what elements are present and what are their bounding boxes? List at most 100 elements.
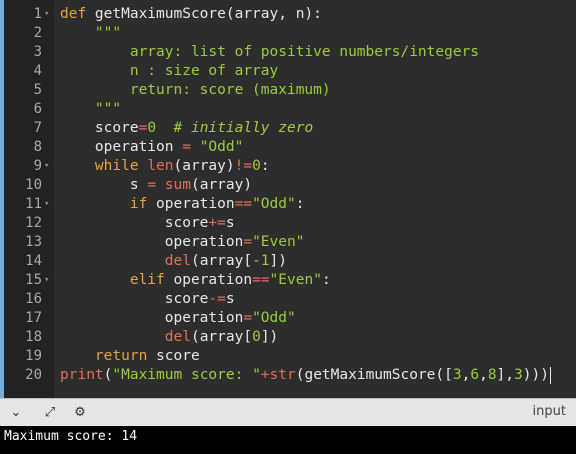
output-toolbar: ⌄ ⤢ ⚙ input — [0, 398, 576, 427]
code-token: 0 — [252, 329, 261, 345]
code-token: "Odd" — [252, 196, 296, 212]
input-tab[interactable]: input — [533, 404, 566, 419]
code-line: score=0 # initially zero — [60, 119, 313, 138]
code-token: getMaximumScore(array, n): — [94, 6, 322, 22]
code-token: s — [225, 215, 235, 231]
code-token: "Odd" — [199, 139, 244, 155]
code-token: : — [260, 158, 270, 174]
code-line: elif operation=="Even": — [60, 271, 331, 290]
code-line: del(array[-1]) — [60, 252, 287, 271]
text-cursor — [550, 367, 551, 384]
code-token: operation — [173, 272, 253, 288]
code-token: = — [243, 310, 253, 326]
code-token: : — [321, 272, 331, 288]
line-number: 20 — [25, 367, 42, 383]
code-token: "Even" — [269, 272, 322, 288]
fold-arrow-icon[interactable]: ▾ — [44, 271, 52, 290]
code-token: 3 — [514, 367, 523, 383]
code-line: def getMaximumScore(array, n): — [60, 5, 322, 24]
code-token: s — [60, 177, 148, 193]
code-token: score — [60, 120, 139, 136]
code-token: = — [243, 234, 253, 250]
line-number: 12 — [25, 215, 42, 231]
fold-arrow-icon[interactable]: ▾ — [44, 195, 52, 214]
code-token: 0 — [147, 120, 157, 136]
code-token: 0 — [252, 158, 261, 174]
code-line: n : size of array — [60, 62, 278, 81]
code-line: return: score (maximum) — [60, 81, 331, 100]
code-token: ))) — [522, 367, 549, 383]
line-number: 2 — [33, 25, 42, 41]
code-token: (getMaximumScore([ — [295, 367, 453, 383]
code-line: if operation=="Odd": — [60, 195, 305, 214]
fold-arrow-icon[interactable]: ▾ — [44, 5, 52, 24]
code-token: ]) — [260, 329, 279, 345]
code-line: score-=s — [60, 290, 235, 309]
line-number: 14 — [25, 253, 42, 269]
fold-arrow-icon[interactable]: ▾ — [44, 157, 52, 176]
line-number: 7 — [33, 120, 42, 136]
line-number: 17 — [25, 310, 42, 326]
code-token: (array) — [173, 158, 235, 174]
code-token: while — [60, 158, 148, 174]
code-line: operation="Odd" — [60, 309, 296, 328]
code-token: operation — [60, 310, 244, 326]
code-token: """ — [60, 25, 122, 41]
code-token: 6 — [470, 367, 480, 383]
code-token: del — [164, 329, 191, 345]
line-number: 6 — [33, 101, 42, 117]
output-console: Maximum score: 14 — [0, 426, 576, 454]
code-editor[interactable]: 1 ▾ 2 3 4 5 6 7 8 9 ▾ 10 11 ▾ 12 13 14 15 ▾ 16 17 18 19 20 def … — [0, 0, 576, 398]
code-token: del — [164, 253, 191, 269]
code-token: (array[ — [190, 329, 253, 345]
line-number: 9 — [33, 158, 42, 174]
code-token: 3 — [452, 367, 462, 383]
line-number: 19 — [25, 348, 42, 364]
code-line: while len(array)!=0: — [60, 157, 270, 176]
line-number: 11 — [25, 196, 42, 212]
code-token: if — [60, 196, 157, 212]
line-number: 4 — [33, 63, 42, 79]
code-token: """ — [60, 101, 122, 117]
code-token: == — [234, 196, 253, 212]
code-line: print("Maximum score: "+str(getMaximumSc… — [60, 366, 549, 385]
line-number: 13 — [25, 234, 42, 250]
code-token: ], — [496, 367, 515, 383]
code-token: "Odd" — [252, 310, 296, 326]
code-token: += — [208, 215, 226, 231]
code-token: score — [156, 348, 200, 364]
code-token: = — [138, 120, 148, 136]
code-token: s — [225, 291, 235, 307]
code-token: print — [60, 367, 104, 383]
code-line: return score — [60, 347, 200, 366]
code-token: 8 — [487, 367, 497, 383]
code-line: """ — [60, 100, 121, 119]
code-token: return — [60, 348, 157, 364]
line-number: 18 — [25, 329, 42, 345]
line-number: 8 — [33, 139, 42, 155]
line-number: 15 — [25, 272, 42, 288]
code-token: array: list of positive numbers/integers — [60, 44, 480, 60]
chevron-down-icon[interactable]: ⌄ — [6, 403, 26, 423]
line-number: 5 — [33, 82, 42, 98]
code-token: = — [182, 139, 191, 155]
settings-icon[interactable]: ⚙ — [70, 403, 90, 423]
code-token: return: score (maximum) — [60, 82, 331, 98]
code-token: def — [60, 6, 95, 22]
code-token: operation — [156, 196, 235, 212]
code-token: n : size of array — [60, 63, 279, 79]
output-text: Maximum score: 14 — [4, 429, 138, 444]
code-token: # initially zero — [156, 120, 314, 136]
code-token: -= — [208, 291, 226, 307]
code-token: elif — [60, 272, 174, 288]
code-token: = — [147, 177, 157, 193]
expand-icon[interactable]: ⤢ — [40, 403, 60, 423]
code-token: , — [479, 367, 488, 383]
code-token: + — [260, 367, 270, 383]
code-token: (array) — [190, 177, 253, 193]
code-token: sum — [164, 177, 191, 193]
line-number: 10 — [25, 177, 42, 193]
